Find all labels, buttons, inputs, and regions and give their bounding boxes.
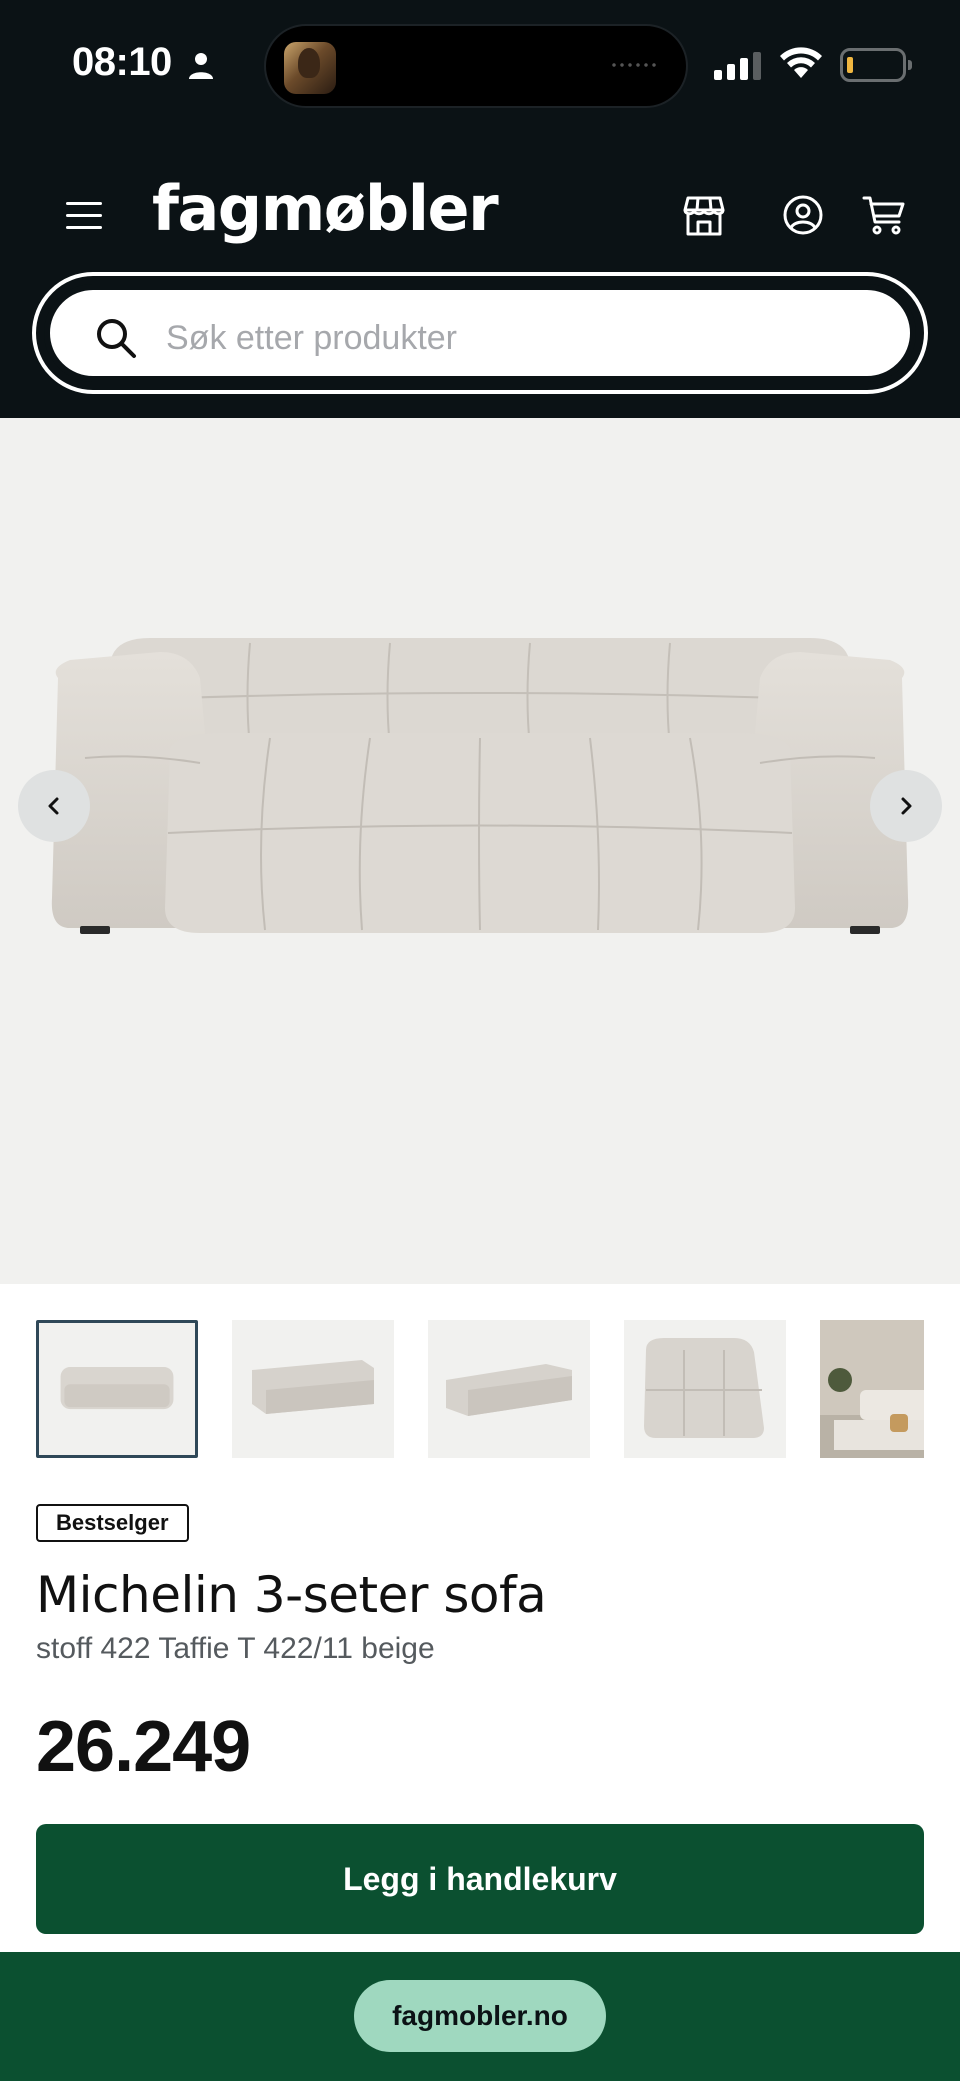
search-field-wrapper [44, 284, 916, 382]
sofa-thumbnail-image [60, 1367, 174, 1410]
browser-bottom-bar: fagmobler.no [0, 1952, 960, 2081]
now-playing-thumbnail [284, 42, 336, 94]
carousel-next-button[interactable] [870, 770, 942, 842]
product-image-sofa [51, 638, 909, 934]
url-bar[interactable]: fagmobler.no [354, 1980, 606, 2052]
status-bar: 08:10 [0, 0, 960, 130]
user-account-icon[interactable] [782, 194, 824, 236]
add-to-cart-button[interactable]: Legg i handlekurv [36, 1824, 924, 1934]
sofa-thumbnail-image [644, 1338, 764, 1438]
thumbnail-back[interactable] [428, 1320, 590, 1458]
chevron-right-icon [901, 797, 912, 815]
menu-icon[interactable] [66, 202, 104, 230]
chevron-left-icon [48, 797, 59, 815]
store-icon[interactable] [682, 194, 726, 238]
product-price: 26.249 [36, 1707, 251, 1787]
product-image-carousel[interactable] [0, 418, 960, 1284]
person-icon [189, 53, 213, 79]
site-header: fagmøbler [0, 130, 960, 418]
dynamic-island[interactable] [264, 24, 688, 108]
battery-icon [840, 48, 912, 82]
cellular-signal-icon [714, 52, 761, 80]
thumbnail-strip [36, 1320, 924, 1458]
room-thumbnail-image [820, 1320, 924, 1458]
carousel-prev-button[interactable] [18, 770, 90, 842]
wifi-icon [780, 47, 822, 78]
sofa-thumbnail-image [252, 1360, 374, 1414]
search-input[interactable] [166, 304, 766, 372]
thumbnail-room[interactable] [820, 1320, 924, 1458]
bestseller-badge: Bestselger [36, 1504, 189, 1542]
site-logo[interactable]: fagmøbler [152, 172, 499, 245]
sofa-thumbnail-image [446, 1364, 572, 1416]
product-title: Michelin 3-seter sofa [36, 1566, 547, 1624]
thumbnail-front[interactable] [36, 1320, 198, 1458]
cart-icon[interactable] [862, 194, 906, 236]
thumbnail-angle[interactable] [232, 1320, 394, 1458]
search-bar [32, 272, 928, 394]
thumbnail-side[interactable] [624, 1320, 786, 1458]
product-variant: stoff 422 Taffie T 422/11 beige [36, 1632, 435, 1665]
search-icon[interactable] [94, 316, 138, 360]
audio-waveform-icon [610, 62, 660, 68]
status-time: 08:10 [72, 40, 172, 84]
